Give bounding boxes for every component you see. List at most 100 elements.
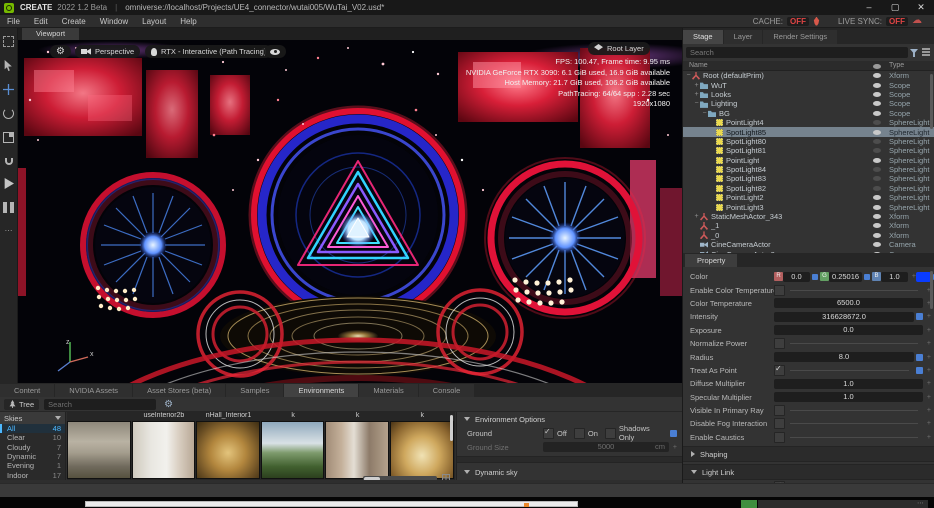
camera-selector-button[interactable]: Perspective [75, 45, 140, 58]
live-sync-state-badge[interactable]: OFF [886, 17, 908, 26]
type-column-header[interactable]: Type [889, 62, 904, 69]
section-shaping[interactable]: Shaping [683, 446, 934, 462]
tree-row[interactable]: PointLight2SphereLight [683, 193, 934, 202]
sky-category-indoor[interactable]: Indoor17 [0, 470, 65, 479]
tree-row[interactable]: SpotLight81SphereLight [683, 146, 934, 155]
tree-row[interactable]: PointLight3SphereLight [683, 202, 934, 211]
tree-row[interactable]: _1Xform [683, 221, 934, 230]
environment-thumbnail[interactable] [261, 421, 325, 479]
stage-search-input[interactable] [686, 47, 908, 58]
tree-row[interactable]: StaticMeshActor_343Xform [683, 212, 934, 221]
tab-layer[interactable]: Layer [724, 30, 763, 44]
blue-value-field[interactable]: 1.0 [881, 272, 908, 282]
environment-thumbnail[interactable] [390, 421, 454, 479]
tree-row[interactable]: SpotLight84SphereLight [683, 165, 934, 174]
checkbox[interactable] [774, 405, 785, 416]
visibility-eye-icon[interactable] [873, 139, 881, 144]
tab-nvidia-assets[interactable]: NVIDIA Assets [55, 384, 132, 397]
skies-header[interactable]: Skies [0, 412, 65, 424]
value-field[interactable]: 1.0 [774, 392, 923, 402]
tree-row[interactable]: _0Xform [683, 231, 934, 240]
sky-category-all[interactable]: All48 [0, 424, 65, 433]
value-field[interactable]: 316628672.0 [774, 312, 914, 322]
property-scrollbar[interactable] [930, 271, 933, 309]
checkbox[interactable] [774, 418, 785, 429]
menu-help[interactable]: Help [173, 17, 203, 26]
sky-category-dynamic[interactable]: Dynamic7 [0, 452, 65, 461]
tree-row[interactable]: SpotLight83SphereLight [683, 174, 934, 183]
visibility-eye-icon[interactable] [873, 92, 881, 97]
checkbox[interactable] [774, 338, 785, 349]
visibility-eye-icon[interactable] [873, 148, 881, 153]
red-value-field[interactable]: 0.0 [783, 272, 810, 282]
renderer-selector-button[interactable]: RTX - Interactive (Path Tracing) [145, 45, 272, 58]
value-field[interactable]: 1.0 [774, 379, 923, 389]
ground-shadows-checkbox[interactable] [605, 428, 616, 439]
tree-row[interactable]: LooksScope [683, 90, 934, 99]
tab-viewport[interactable]: Viewport [22, 28, 79, 40]
visibility-eye-icon[interactable] [873, 205, 881, 210]
thumbnails-scrollbar[interactable] [450, 415, 453, 441]
tab-console[interactable]: Console [419, 384, 475, 397]
tab-render-settings[interactable]: Render Settings [763, 30, 837, 44]
ground-off-checkbox[interactable] [543, 428, 554, 439]
name-column-header[interactable]: Name [689, 62, 708, 69]
tree-row[interactable]: PointLightSphereLight [683, 156, 934, 165]
tree-scrollbar[interactable] [930, 74, 933, 129]
more-tools-icon[interactable]: ⋯ [3, 226, 14, 237]
checkbox[interactable] [774, 285, 785, 296]
visibility-eye-icon[interactable] [873, 223, 881, 228]
environment-thumbnail[interactable] [196, 421, 260, 479]
visibility-eye-icon[interactable] [873, 130, 881, 135]
sky-category-evening[interactable]: Evening1 [0, 461, 65, 470]
visibility-eye-icon[interactable] [873, 120, 881, 125]
menu-layout[interactable]: Layout [135, 17, 173, 26]
visibility-eye-icon[interactable] [873, 195, 881, 200]
ground-on-checkbox[interactable] [574, 428, 585, 439]
checkbox[interactable] [774, 432, 785, 443]
environment-thumbnail[interactable] [132, 421, 196, 479]
visibility-eye-icon[interactable] [873, 73, 881, 78]
tree-row[interactable]: SpotLight82SphereLight [683, 184, 934, 193]
filter-icon[interactable] [910, 49, 918, 57]
visibility-eye-icon[interactable] [873, 111, 881, 116]
close-button[interactable]: ✕ [908, 0, 934, 15]
tree-row[interactable]: PointLight4SphereLight [683, 118, 934, 127]
menu-edit[interactable]: Edit [27, 17, 55, 26]
tab-content[interactable]: Content [0, 384, 54, 397]
scale-tool-icon[interactable] [3, 132, 14, 143]
tab-environments[interactable]: Environments [284, 384, 358, 397]
tree-row[interactable]: Root (defaultPrim)Xform [683, 71, 934, 80]
select-tool-icon[interactable] [3, 36, 14, 47]
tree-row[interactable]: CineCameraActorCamera [683, 240, 934, 249]
snap-tool-icon[interactable] [5, 158, 13, 165]
visibility-eye-icon[interactable] [873, 176, 881, 181]
tab-stage[interactable]: Stage [683, 30, 723, 44]
environment-thumbnail[interactable] [67, 421, 131, 479]
tab-materials[interactable]: Materials [359, 384, 417, 397]
tree-row[interactable]: WuTScope [683, 80, 934, 89]
value-field[interactable]: 0.0 [774, 325, 923, 335]
root-layer-button[interactable]: Root Layer [588, 42, 650, 55]
tree-row-selected[interactable]: SpotLight85SphereLight [683, 127, 934, 136]
grid-view-icon[interactable] [442, 474, 450, 480]
pause-button-icon[interactable] [3, 202, 14, 213]
sky-category-cloudy[interactable]: Cloudy7 [0, 443, 65, 452]
minimize-button[interactable]: – [856, 0, 882, 15]
visibility-eye-icon[interactable] [873, 83, 881, 88]
visibility-eye-icon[interactable] [873, 101, 881, 106]
move-tool-icon[interactable] [3, 84, 14, 95]
color-swatch[interactable] [916, 272, 931, 282]
rotate-tool-icon[interactable] [3, 108, 14, 119]
stage-options-icon[interactable] [922, 48, 930, 50]
visibility-button[interactable] [264, 45, 286, 58]
viewport-canvas[interactable]: ⚙ Perspective RTX - Interactive (Path Tr… [18, 40, 682, 383]
green-value-field[interactable]: 0.25016 [829, 272, 862, 282]
ground-size-field[interactable]: 5000 cm [543, 442, 669, 452]
tab-property[interactable]: Property [685, 254, 737, 267]
cursor-tool-icon[interactable] [3, 60, 14, 71]
menu-window[interactable]: Window [93, 17, 135, 26]
menu-file[interactable]: File [0, 17, 27, 26]
visibility-eye-icon[interactable] [873, 233, 881, 238]
tree-row[interactable]: LightingScope [683, 99, 934, 108]
